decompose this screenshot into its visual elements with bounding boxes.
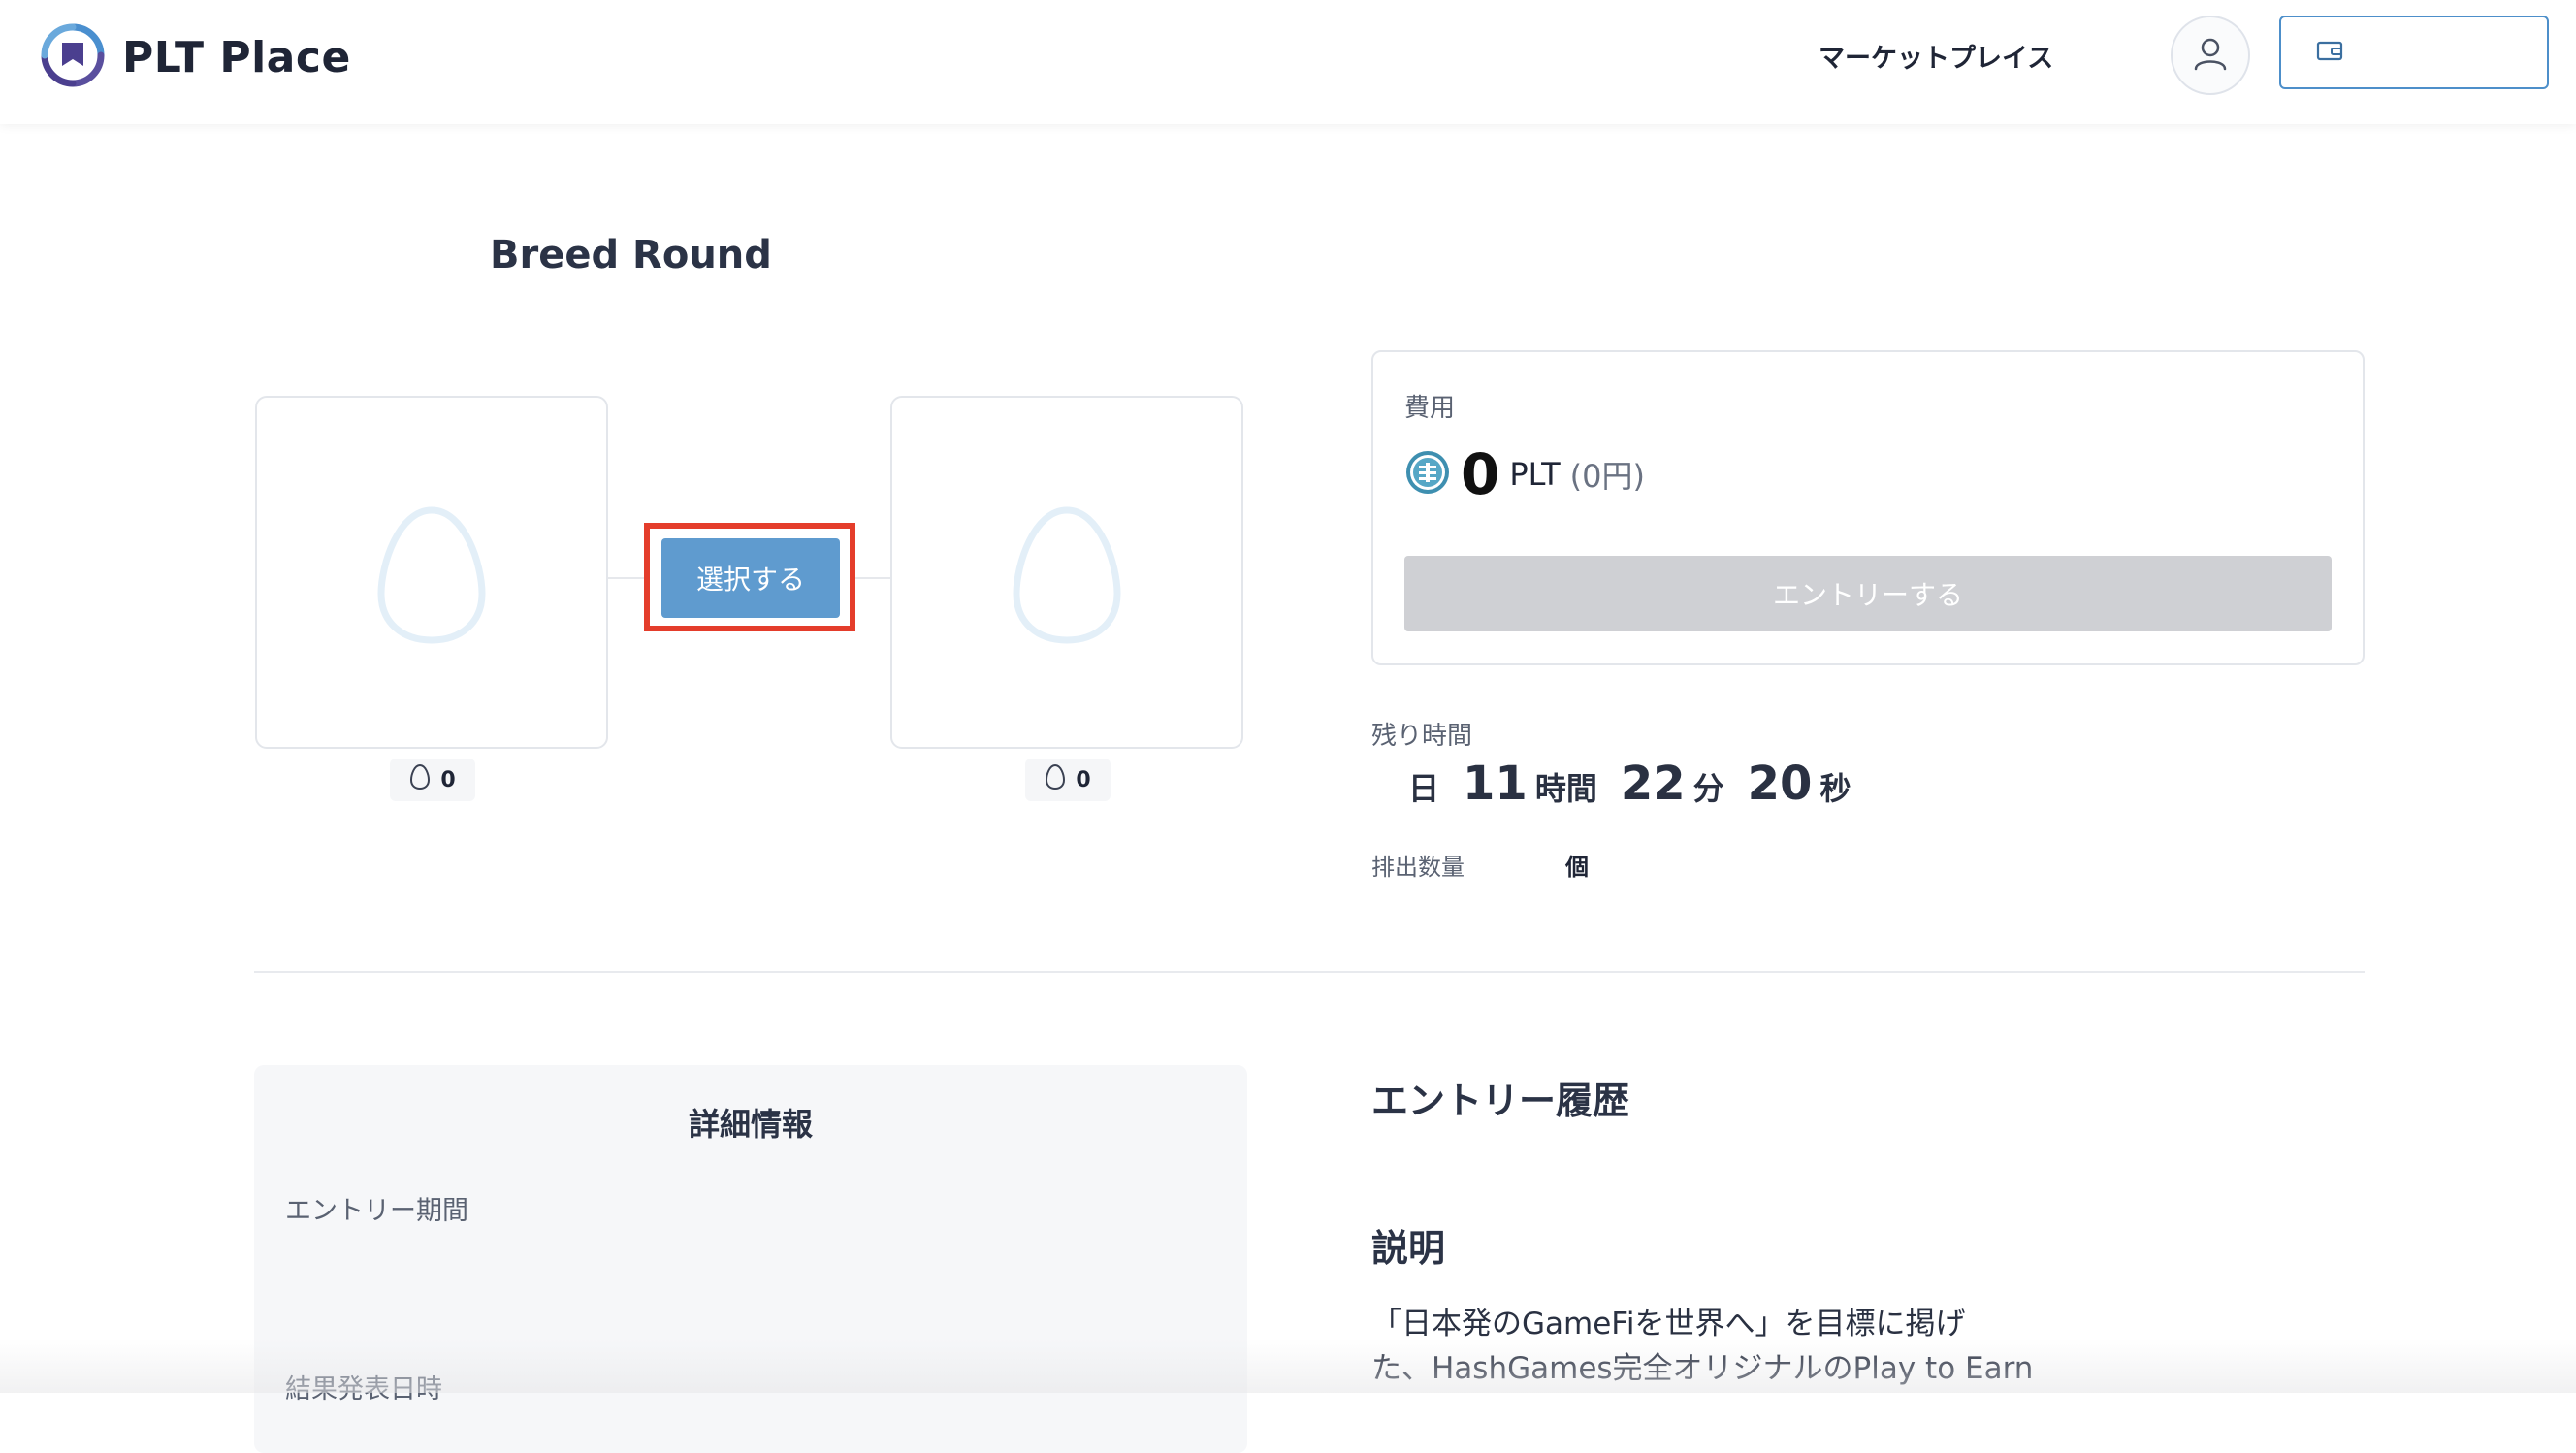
minute-unit: 分 bbox=[1692, 770, 1724, 807]
top-header: PLT Place マーケットプレイス bbox=[0, 0, 2576, 124]
left-egg-count-badge: 0 bbox=[390, 759, 475, 801]
entry-history-heading: エントリー履歴 bbox=[1371, 1080, 1630, 1122]
page-title: Breed Round bbox=[490, 233, 772, 277]
hour-unit: 時間 bbox=[1534, 770, 1597, 807]
plt-place-logo-icon bbox=[37, 19, 109, 95]
egg-icon bbox=[377, 506, 486, 648]
user-menu-button[interactable] bbox=[2171, 16, 2250, 95]
detail-panel: 詳細情報 エントリー期間 結果発表日時 bbox=[254, 1065, 1247, 1453]
remaining-time-label: 残り時間 bbox=[1371, 722, 1473, 751]
result-date-label: 結果発表日時 bbox=[285, 1374, 442, 1405]
egg-icon bbox=[1045, 763, 1066, 796]
cost-amount-row: 0 PLT (0円) bbox=[1404, 446, 1645, 502]
wallet-icon bbox=[2316, 39, 2343, 66]
parent-slot-left[interactable] bbox=[255, 396, 608, 749]
connector-line-left bbox=[608, 577, 644, 579]
detail-title: 詳細情報 bbox=[688, 1106, 813, 1143]
cost-label: 費用 bbox=[1404, 394, 1456, 423]
emission-label: 排出数量 bbox=[1371, 854, 1465, 881]
minutes-value: 22 bbox=[1620, 757, 1686, 811]
parent-slot-right[interactable] bbox=[890, 396, 1243, 749]
egg-icon bbox=[409, 763, 431, 796]
wallet-button[interactable] bbox=[2279, 16, 2549, 89]
countdown-timer: 日 11 時間 22 分 20 秒 bbox=[1408, 757, 1860, 811]
description-line-2: た、HashGames完全オリジナルのPlay to Earn bbox=[1371, 1351, 2034, 1386]
entry-period-label: エントリー期間 bbox=[285, 1196, 468, 1226]
emission-unit: 個 bbox=[1565, 854, 1589, 881]
cost-yen: (0円) bbox=[1569, 458, 1645, 495]
right-egg-count: 0 bbox=[1076, 767, 1091, 792]
description-line-1: 「日本発のGameFiを世界へ」を目標に掲げ bbox=[1371, 1307, 1966, 1341]
description-heading: 説明 bbox=[1371, 1227, 1446, 1270]
seconds-value: 20 bbox=[1747, 757, 1813, 811]
brand-name: PLT Place bbox=[122, 32, 351, 82]
day-unit: 日 bbox=[1408, 770, 1440, 807]
second-unit: 秒 bbox=[1819, 770, 1852, 807]
entry-button[interactable]: エントリーする bbox=[1404, 556, 2332, 631]
cost-amount: 0 bbox=[1461, 441, 1500, 507]
brand-logo[interactable]: PLT Place bbox=[37, 19, 351, 95]
egg-icon bbox=[1013, 506, 1121, 648]
connector-line-right bbox=[855, 577, 891, 579]
select-parent-button[interactable]: 選択する bbox=[661, 538, 840, 618]
hours-value: 11 bbox=[1463, 757, 1528, 811]
left-egg-count: 0 bbox=[440, 767, 456, 792]
user-icon bbox=[2191, 34, 2230, 77]
right-egg-count-badge: 0 bbox=[1025, 759, 1111, 801]
cost-unit: PLT bbox=[1509, 456, 1561, 493]
nav-marketplace-link[interactable]: マーケットプレイス bbox=[1819, 37, 2053, 75]
section-divider bbox=[254, 971, 2365, 973]
plt-coin-icon bbox=[1404, 449, 1451, 500]
description-text: 「日本発のGameFiを世界へ」を目標に掲げ た、HashGames完全オリジナ… bbox=[1371, 1302, 2050, 1391]
